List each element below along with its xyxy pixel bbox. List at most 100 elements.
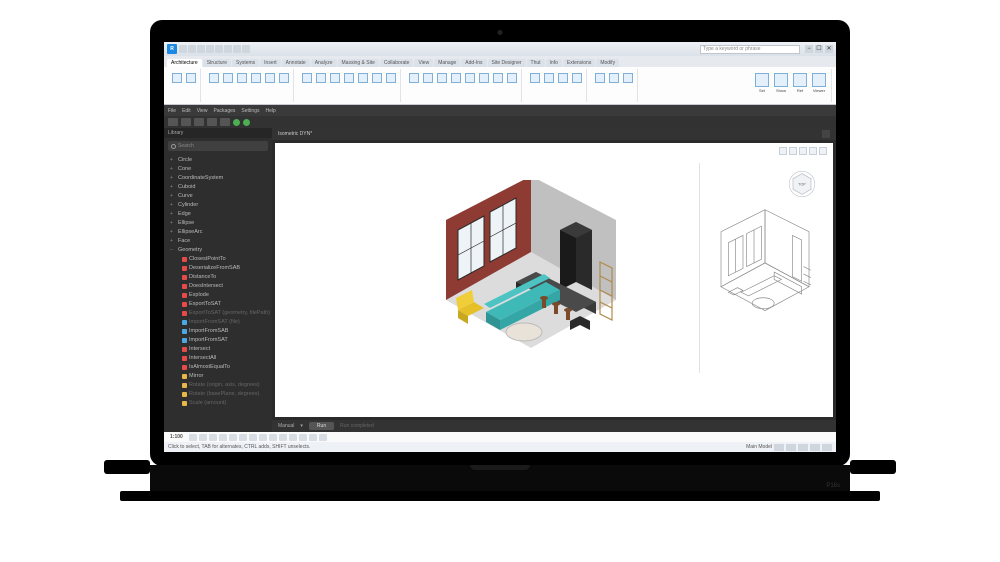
- tree-item[interactable]: Edge: [170, 210, 272, 219]
- ribbon-button[interactable]: [236, 73, 248, 99]
- ribbon-tab[interactable]: Collaborate: [380, 59, 414, 67]
- ribbon-tab[interactable]: Architecture: [167, 59, 202, 67]
- tree-item[interactable]: Ellipse: [170, 219, 272, 228]
- ribbon-tab[interactable]: Annotate: [282, 59, 310, 67]
- menu-item[interactable]: Packages: [213, 108, 235, 114]
- tree-item[interactable]: DoesIntersect: [170, 282, 272, 291]
- ribbon-button[interactable]: [357, 73, 369, 99]
- tree-item[interactable]: Circle: [170, 156, 272, 165]
- ribbon-button[interactable]: [222, 73, 234, 99]
- tool-button[interactable]: [207, 118, 217, 126]
- tool-button[interactable]: [220, 118, 230, 126]
- ribbon-button[interactable]: [171, 73, 183, 99]
- pan-icon[interactable]: [809, 147, 817, 155]
- ribbon-button[interactable]: [608, 73, 620, 99]
- ribbon-button[interactable]: [250, 73, 262, 99]
- canvas-tab-close-icon[interactable]: [822, 130, 830, 138]
- maximize-button[interactable]: ☐: [815, 45, 823, 53]
- tree-item[interactable]: IntersectAll: [170, 354, 272, 363]
- tree-item[interactable]: Mirror: [170, 372, 272, 381]
- viewcube-face[interactable]: TOP: [798, 183, 806, 187]
- tree-item[interactable]: Cuboid: [170, 183, 272, 192]
- ribbon-tab[interactable]: Manage: [434, 59, 460, 67]
- ribbon-button[interactable]: [185, 73, 197, 99]
- ribbon-button[interactable]: [315, 73, 327, 99]
- ribbon-button[interactable]: [278, 73, 290, 99]
- tree-item[interactable]: EllipseArc: [170, 228, 272, 237]
- ribbon-button[interactable]: Viewer: [810, 73, 828, 99]
- tree-item[interactable]: Cylinder: [170, 201, 272, 210]
- tree-item[interactable]: ExportToSAT (geometry, filePath): [170, 309, 272, 318]
- ribbon-tab[interactable]: View: [414, 59, 433, 67]
- home-icon[interactable]: [779, 147, 787, 155]
- dynamo-toolbar[interactable]: [164, 116, 836, 128]
- dropdown-icon[interactable]: [819, 147, 827, 155]
- tree-item[interactable]: Geometry: [170, 246, 272, 255]
- canvas-tab[interactable]: Isometric DYN*: [272, 128, 836, 140]
- menu-item[interactable]: Settings: [241, 108, 259, 114]
- ribbon-button[interactable]: [343, 73, 355, 99]
- tree-item[interactable]: ImportFromSAT (file): [170, 318, 272, 327]
- ribbon-button[interactable]: [478, 73, 490, 99]
- ribbon-tab[interactable]: Thut: [527, 59, 545, 67]
- ribbon-button[interactable]: Ref: [791, 73, 809, 99]
- minimize-button[interactable]: −: [805, 45, 813, 53]
- library-search-input[interactable]: Search: [168, 141, 268, 151]
- viewport[interactable]: TOP: [275, 143, 833, 417]
- tree-item[interactable]: Rotate (basePlane, degrees): [170, 390, 272, 399]
- tree-item[interactable]: ExportToSAT: [170, 300, 272, 309]
- ribbon-button[interactable]: [408, 73, 420, 99]
- ribbon-button[interactable]: [422, 73, 434, 99]
- viewcube[interactable]: TOP: [787, 169, 817, 199]
- tree-item[interactable]: DeserializeFromSAB: [170, 264, 272, 273]
- tree-item[interactable]: Face: [170, 237, 272, 246]
- tree-item[interactable]: Cone: [170, 165, 272, 174]
- library-tree[interactable]: CircleConeCoordinateSystemCuboidCurveCyl…: [164, 154, 272, 432]
- tree-item[interactable]: Rotate (origin, axis, degrees): [170, 381, 272, 390]
- ribbon-tab[interactable]: Site Designer: [488, 59, 526, 67]
- menu-item[interactable]: File: [168, 108, 176, 114]
- ribbon-tab[interactable]: Add-Ins: [461, 59, 486, 67]
- ribbon-tab[interactable]: Analyze: [311, 59, 337, 67]
- ribbon-tab[interactable]: Systems: [232, 59, 259, 67]
- menu-item[interactable]: Edit: [182, 108, 191, 114]
- ribbon-button[interactable]: [450, 73, 462, 99]
- tree-item[interactable]: Explode: [170, 291, 272, 300]
- ribbon-button[interactable]: Set: [753, 73, 771, 99]
- ribbon-button[interactable]: [371, 73, 383, 99]
- ribbon-tab[interactable]: Insert: [260, 59, 281, 67]
- ribbon-button[interactable]: [264, 73, 276, 99]
- ribbon-button[interactable]: [543, 73, 555, 99]
- ribbon-tab[interactable]: Massing & Site: [338, 59, 379, 67]
- ribbon-tab[interactable]: Extensions: [563, 59, 595, 67]
- status-button[interactable]: [798, 444, 808, 451]
- tree-item[interactable]: Curve: [170, 192, 272, 201]
- window-controls[interactable]: − ☐ ✕: [805, 45, 833, 53]
- ribbon-button[interactable]: [622, 73, 634, 99]
- tree-item[interactable]: Scale (amount): [170, 399, 272, 408]
- close-button[interactable]: ✕: [825, 45, 833, 53]
- ribbon-tab[interactable]: Modify: [596, 59, 619, 67]
- tree-item[interactable]: ImportFromSAB: [170, 327, 272, 336]
- run-mode[interactable]: Manual: [278, 423, 294, 429]
- view-control-bar[interactable]: 1:100: [164, 432, 836, 442]
- ribbon-button[interactable]: [506, 73, 518, 99]
- ribbon-button[interactable]: [492, 73, 504, 99]
- ribbon-button[interactable]: [385, 73, 397, 99]
- ribbon-tabs[interactable]: ArchitectureStructureSystemsInsertAnnota…: [164, 56, 836, 67]
- run-button[interactable]: Run: [309, 422, 334, 430]
- ribbon-tab[interactable]: Structure: [203, 59, 231, 67]
- ribbon-button[interactable]: [571, 73, 583, 99]
- ribbon-button[interactable]: [208, 73, 220, 99]
- tool-button[interactable]: [181, 118, 191, 126]
- tool-button[interactable]: [168, 118, 178, 126]
- ribbon-button[interactable]: [329, 73, 341, 99]
- tree-item[interactable]: ImportFromSAT: [170, 336, 272, 345]
- ribbon-tab[interactable]: Info: [546, 59, 562, 67]
- status-button[interactable]: [810, 444, 820, 451]
- ribbon-button[interactable]: [301, 73, 313, 99]
- status-button[interactable]: [822, 444, 832, 451]
- zoom-extents-icon[interactable]: [789, 147, 797, 155]
- view-scale[interactable]: 1:100: [170, 434, 183, 440]
- help-search-input[interactable]: Type a keyword or phrase: [700, 45, 800, 54]
